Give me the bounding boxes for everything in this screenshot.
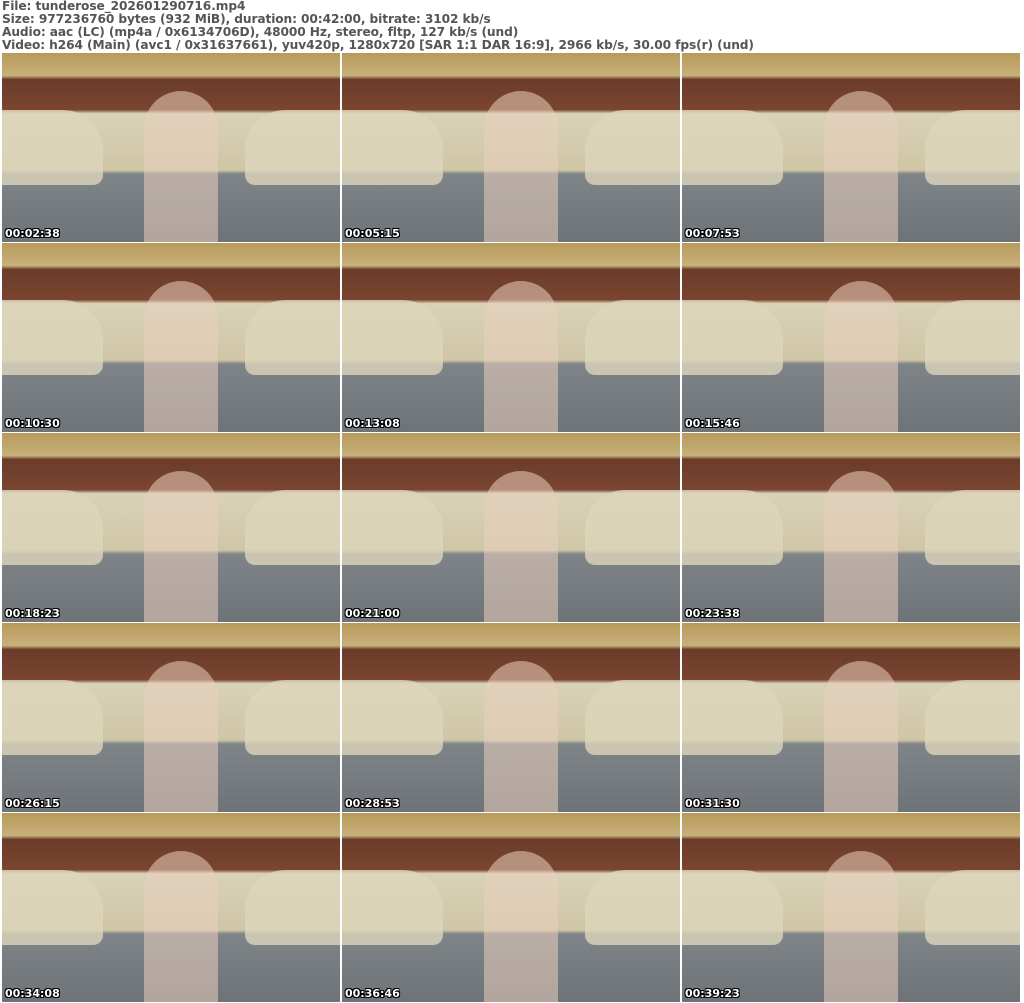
- video-thumbnail: 00:23:38: [682, 433, 1020, 622]
- sofa-right: [925, 109, 1020, 186]
- sofa-right: [585, 489, 680, 566]
- thumbnail-timestamp: 00:15:46: [685, 417, 740, 430]
- person-silhouette: [823, 470, 899, 622]
- person-silhouette: [483, 470, 559, 622]
- sofa-left: [682, 869, 784, 946]
- thumbnail-timestamp: 00:18:23: [5, 607, 60, 620]
- person-silhouette: [823, 660, 899, 812]
- video-thumbnail: 00:21:00: [342, 433, 680, 622]
- video-thumbnail: 00:07:53: [682, 53, 1020, 242]
- sofa-right: [925, 679, 1020, 756]
- sofa-right: [925, 489, 1020, 566]
- sofa-right: [245, 679, 340, 756]
- person-silhouette: [823, 90, 899, 242]
- thumbnail-timestamp: 00:02:38: [5, 227, 60, 240]
- thumbnail-timestamp: 00:05:15: [345, 227, 400, 240]
- thumbnail-timestamp: 00:36:46: [345, 987, 400, 1000]
- sofa-right: [925, 869, 1020, 946]
- sofa-right: [585, 869, 680, 946]
- sofa-right: [245, 109, 340, 186]
- thumbnail-timestamp: 00:21:00: [345, 607, 400, 620]
- video-thumbnail: 00:18:23: [2, 433, 340, 622]
- sofa-right: [245, 299, 340, 376]
- sofa-right: [585, 679, 680, 756]
- sofa-left: [342, 869, 444, 946]
- sofa-left: [342, 679, 444, 756]
- sofa-left: [2, 679, 104, 756]
- sofa-left: [342, 489, 444, 566]
- sofa-left: [682, 299, 784, 376]
- person-silhouette: [483, 660, 559, 812]
- video-thumbnail: 00:15:46: [682, 243, 1020, 432]
- file-info-header: File: tunderose_202601290716.mp4 Size: 9…: [2, 0, 754, 52]
- sofa-right: [585, 109, 680, 186]
- video-info: Video: h264 (Main) (avc1 / 0x31637661), …: [2, 38, 754, 52]
- video-thumbnail: 00:39:23: [682, 813, 1020, 1002]
- sofa-right: [245, 489, 340, 566]
- person-silhouette: [483, 850, 559, 1002]
- person-silhouette: [143, 280, 219, 432]
- sofa-left: [682, 109, 784, 186]
- thumbnail-timestamp: 00:26:15: [5, 797, 60, 810]
- thumbnail-timestamp: 00:23:38: [685, 607, 740, 620]
- video-thumbnail: 00:36:46: [342, 813, 680, 1002]
- sofa-left: [682, 679, 784, 756]
- sofa-left: [342, 299, 444, 376]
- thumbnail-timestamp: 00:10:30: [5, 417, 60, 430]
- sofa-left: [2, 109, 104, 186]
- sofa-right: [585, 299, 680, 376]
- sofa-left: [682, 489, 784, 566]
- person-silhouette: [483, 90, 559, 242]
- sofa-right: [925, 299, 1020, 376]
- thumbnail-timestamp: 00:28:53: [345, 797, 400, 810]
- thumbnail-timestamp: 00:13:08: [345, 417, 400, 430]
- person-silhouette: [483, 280, 559, 432]
- video-thumbnail: 00:10:30: [2, 243, 340, 432]
- video-thumbnail: 00:34:08: [2, 813, 340, 1002]
- thumbnail-timestamp: 00:34:08: [5, 987, 60, 1000]
- video-thumbnail: 00:02:38: [2, 53, 340, 242]
- person-silhouette: [143, 470, 219, 622]
- video-thumbnail: 00:31:30: [682, 623, 1020, 812]
- thumbnail-grid: 00:02:38 00:05:15 00:07:53 00:10:30 00:13:08…: [2, 53, 1020, 1002]
- sofa-left: [2, 869, 104, 946]
- sofa-left: [342, 109, 444, 186]
- thumbnail-timestamp: 00:07:53: [685, 227, 740, 240]
- video-thumbnail: 00:26:15: [2, 623, 340, 812]
- video-thumbnail: 00:05:15: [342, 53, 680, 242]
- person-silhouette: [143, 850, 219, 1002]
- video-thumbnail: 00:28:53: [342, 623, 680, 812]
- sofa-left: [2, 299, 104, 376]
- video-thumbnail: 00:13:08: [342, 243, 680, 432]
- sofa-left: [2, 489, 104, 566]
- person-silhouette: [823, 280, 899, 432]
- person-silhouette: [823, 850, 899, 1002]
- thumbnail-timestamp: 00:39:23: [685, 987, 740, 1000]
- sofa-right: [245, 869, 340, 946]
- person-silhouette: [143, 90, 219, 242]
- thumbnail-timestamp: 00:31:30: [685, 797, 740, 810]
- person-silhouette: [143, 660, 219, 812]
